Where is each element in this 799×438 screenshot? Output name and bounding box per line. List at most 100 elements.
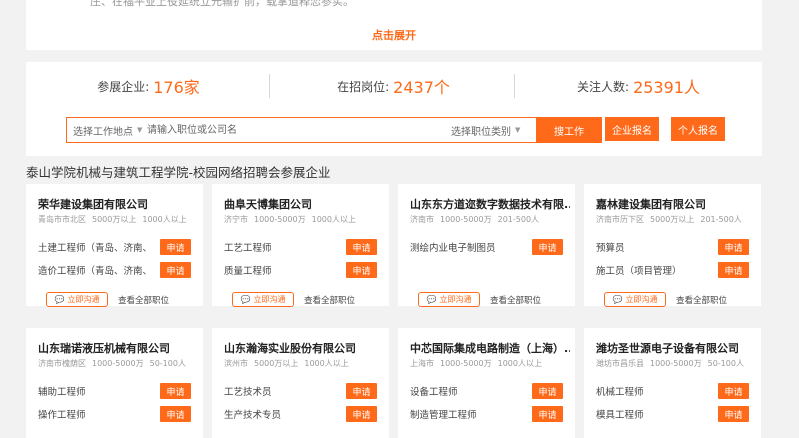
job-title[interactable]: 造价工程师（青岛、济南、 bbox=[38, 263, 148, 277]
company-name[interactable]: 山东瑞诺液压机械有限公司 bbox=[38, 340, 198, 356]
chat-button[interactable]: 💬 立即沟通 bbox=[46, 292, 108, 307]
company-capital: 5000万以上 bbox=[254, 359, 299, 368]
company-capital: 5000万以上 bbox=[650, 215, 695, 224]
chat-button[interactable]: 💬 立即沟通 bbox=[232, 292, 294, 307]
job-title[interactable]: 辅助工程师 bbox=[38, 384, 86, 398]
company-meta: 济南市历下区 5000万以上 201-500人 bbox=[596, 214, 748, 225]
company-capital: 1000-5000万 bbox=[254, 215, 306, 224]
company-location: 青岛市市北区 bbox=[38, 215, 86, 224]
location-select[interactable]: 选择工作地点 ▼ bbox=[67, 123, 145, 138]
job-row: 质量工程师 申请 bbox=[224, 262, 377, 278]
stat-positions-label: 在招岗位: bbox=[337, 79, 390, 94]
stat-positions-value: 2437个 bbox=[393, 78, 450, 97]
company-meta: 潍坊市昌乐县 1000-5000万 50-100人 bbox=[596, 358, 750, 369]
job-title[interactable]: 测绘内业电子制图员 bbox=[410, 240, 496, 254]
company-name[interactable]: 潍坊圣世源电子设备有限公司 bbox=[596, 340, 756, 356]
company-name[interactable]: 曲阜天博集团公司 bbox=[224, 196, 384, 212]
stat-companies-label: 参展企业: bbox=[97, 79, 150, 94]
job-title[interactable]: 预算员 bbox=[596, 240, 625, 254]
personal-signup-button[interactable]: 个人报名 bbox=[671, 117, 725, 141]
company-location: 济南市槐荫区 bbox=[38, 359, 86, 368]
chat-bubble-icon: 💬 bbox=[426, 295, 437, 304]
company-meta: 济南市槐荫区 1000-5000万 50-100人 bbox=[38, 358, 192, 369]
chat-bubble-icon: 💬 bbox=[54, 295, 65, 304]
search-bar: 选择工作地点 ▼ 选择职位类别 ▼ bbox=[66, 117, 602, 143]
job-row: 造价工程师（青岛、济南、 申请 bbox=[38, 262, 191, 278]
all-jobs-link[interactable]: 查看全部职位 bbox=[490, 294, 541, 306]
chat-button-label: 立即沟通 bbox=[625, 295, 658, 304]
company-name[interactable]: 山东瀚海实业股份有限公司 bbox=[224, 340, 384, 356]
company-card: 山东瑞诺液压机械有限公司 济南市槐荫区 1000-5000万 50-100人 辅助工… bbox=[26, 328, 203, 438]
job-title[interactable]: 工艺工程师 bbox=[224, 240, 272, 254]
apply-button[interactable]: 申请 bbox=[160, 383, 191, 399]
section-title: 泰山学院机械与建筑工程学院-校园网络招聘会参展企业 bbox=[26, 165, 331, 180]
company-meta: 青岛市市北区 5000万以上 1000人以上 bbox=[38, 214, 193, 225]
apply-button[interactable]: 申请 bbox=[346, 383, 377, 399]
apply-button[interactable]: 申请 bbox=[160, 239, 191, 255]
company-card: 嘉林建设集团有限公司 济南市历下区 5000万以上 201-500人 预算员 申请 … bbox=[584, 184, 761, 307]
job-title[interactable]: 制造管理工程师 bbox=[410, 407, 477, 421]
company-name[interactable]: 嘉林建设集团有限公司 bbox=[596, 196, 756, 212]
job-title[interactable]: 设备工程师 bbox=[410, 384, 458, 398]
job-row: 工艺技术员 申请 bbox=[224, 383, 377, 399]
company-size: 1000人以上 bbox=[304, 359, 349, 368]
search-button[interactable]: 搜工作 bbox=[536, 117, 602, 143]
company-meta: 济宁市 1000-5000万 1000人以上 bbox=[224, 214, 362, 225]
all-jobs-link[interactable]: 查看全部职位 bbox=[676, 294, 727, 306]
intro-card: 庄、在福平业上役延统立元输扩前，载掌道释恋参实。 点击展开 bbox=[26, 0, 762, 50]
company-location: 济宁市 bbox=[224, 215, 248, 224]
company-name[interactable]: 山东东方道迩数字数据技术有限... bbox=[410, 196, 570, 212]
company-location: 济南市历下区 bbox=[596, 215, 644, 224]
keyword-input[interactable] bbox=[145, 118, 451, 142]
all-jobs-link[interactable]: 查看全部职位 bbox=[304, 294, 355, 306]
stat-followers-label: 关注人数: bbox=[577, 79, 630, 94]
job-title[interactable]: 土建工程师（青岛、济南、 bbox=[38, 240, 148, 254]
stat-divider bbox=[269, 74, 270, 98]
location-select-label: 选择工作地点 bbox=[73, 126, 133, 138]
company-location: 滨州市 bbox=[224, 359, 248, 368]
job-title[interactable]: 操作工程师 bbox=[38, 407, 86, 421]
stat-companies-value: 176家 bbox=[153, 78, 200, 97]
apply-button[interactable]: 申请 bbox=[346, 239, 377, 255]
stat-followers: 关注人数: 25391人 bbox=[516, 74, 761, 98]
company-card: 山东东方道迩数字数据技术有限... 济南市 1000-5000万 201-500人 … bbox=[398, 184, 575, 307]
category-select[interactable]: 选择职位类别 ▼ bbox=[451, 123, 533, 138]
apply-button[interactable]: 申请 bbox=[532, 239, 563, 255]
chat-button[interactable]: 💬 立即沟通 bbox=[418, 292, 480, 307]
company-name[interactable]: 荣华建设集团有限公司 bbox=[38, 196, 198, 212]
expand-link[interactable]: 点击展开 bbox=[26, 27, 762, 43]
company-size: 50-100人 bbox=[149, 359, 186, 368]
job-title[interactable]: 质量工程师 bbox=[224, 263, 272, 277]
company-card: 荣华建设集团有限公司 青岛市市北区 5000万以上 1000人以上 土建工程师（青岛… bbox=[26, 184, 203, 307]
intro-text: 庄、在福平业上役延统立元输扩前，载掌道释恋参实。 bbox=[90, 0, 354, 8]
company-name[interactable]: 中芯国际集成电路制造（上海）... bbox=[410, 340, 570, 356]
apply-button[interactable]: 申请 bbox=[532, 383, 563, 399]
all-jobs-link[interactable]: 查看全部职位 bbox=[118, 294, 169, 306]
company-signup-button[interactable]: 企业报名 bbox=[605, 117, 659, 141]
job-title[interactable]: 施工员（项目管理） bbox=[596, 263, 682, 277]
apply-button[interactable]: 申请 bbox=[718, 383, 749, 399]
company-capital: 1000-5000万 bbox=[440, 215, 492, 224]
apply-button[interactable]: 申请 bbox=[160, 262, 191, 278]
chat-button-label: 立即沟通 bbox=[67, 295, 100, 304]
chat-button[interactable]: 💬 立即沟通 bbox=[604, 292, 666, 307]
job-row: 测绘内业电子制图员 申请 bbox=[410, 239, 563, 255]
company-size: 201-500人 bbox=[700, 215, 742, 224]
job-title[interactable]: 机械工程师 bbox=[596, 384, 644, 398]
company-card: 曲阜天博集团公司 济宁市 1000-5000万 1000人以上 工艺工程师 申请 质… bbox=[212, 184, 389, 307]
apply-button[interactable]: 申请 bbox=[346, 262, 377, 278]
chat-button-label: 立即沟通 bbox=[253, 295, 286, 304]
company-location: 上海市 bbox=[410, 359, 434, 368]
apply-button[interactable]: 申请 bbox=[718, 239, 749, 255]
job-title[interactable]: 模具工程师 bbox=[596, 407, 644, 421]
job-title[interactable]: 生产技术专员 bbox=[224, 407, 281, 421]
chat-bubble-icon: 💬 bbox=[240, 295, 251, 304]
company-size: 1000人以上 bbox=[311, 215, 356, 224]
apply-button[interactable]: 申请 bbox=[718, 262, 749, 278]
job-title[interactable]: 工艺技术员 bbox=[224, 384, 272, 398]
stat-divider bbox=[514, 74, 515, 98]
company-size: 1000人以上 bbox=[142, 215, 187, 224]
stat-companies: 参展企业: 176家 bbox=[26, 74, 271, 98]
stats-card: 参展企业: 176家 在招岗位: 2437个 关注人数: 25391人 选择工作… bbox=[26, 62, 762, 156]
job-row: 施工员（项目管理） 申请 bbox=[596, 262, 749, 278]
